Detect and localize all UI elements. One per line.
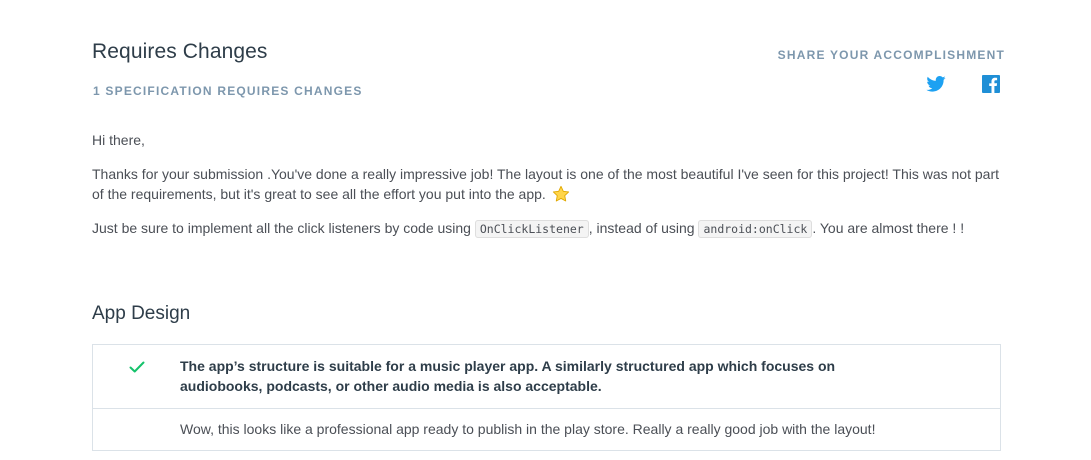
- greeting-text: Hi there,: [92, 132, 145, 148]
- changes-count-subtitle: 1 SPECIFICATION REQUIRES CHANGES: [93, 84, 363, 98]
- paragraph-2-text-a: Just be sure to implement all the click …: [92, 220, 471, 236]
- paragraph-1-text: Thanks for your submission .You've done …: [92, 166, 999, 202]
- message-paragraph-1: Thanks for your submission .You've done …: [92, 164, 1002, 204]
- code-onclicklistener: OnClickListener: [474, 220, 589, 238]
- review-row: Wow, this looks like a professional app …: [93, 408, 1000, 450]
- status-cell: [93, 345, 180, 408]
- criterion-row: The app’s structure is suitable for a mu…: [93, 345, 1000, 408]
- message-paragraph-2: Just be sure to implement all the click …: [92, 218, 1002, 239]
- review-spacer: [93, 409, 180, 450]
- reviewer-message: Hi there, Thanks for your submission .Yo…: [92, 130, 1002, 254]
- paragraph-2-text-c: . You are almost there ! !: [812, 220, 965, 236]
- review-comment: Wow, this looks like a professional app …: [180, 421, 876, 437]
- facebook-icon[interactable]: [982, 75, 1000, 93]
- paragraph-2-text-b: , instead of using: [588, 220, 695, 236]
- section-title: App Design: [92, 303, 191, 324]
- share-label: SHARE YOUR ACCOMPLISHMENT: [777, 48, 1005, 62]
- twitter-icon[interactable]: [926, 76, 946, 92]
- code-android-onclick: android:onClick: [698, 220, 813, 238]
- rubric-table: The app’s structure is suitable for a mu…: [92, 344, 1001, 451]
- criterion-text: The app’s structure is suitable for a mu…: [180, 358, 836, 394]
- check-icon: [129, 361, 144, 373]
- star-icon: [552, 185, 569, 202]
- page-title: Requires Changes: [92, 40, 268, 63]
